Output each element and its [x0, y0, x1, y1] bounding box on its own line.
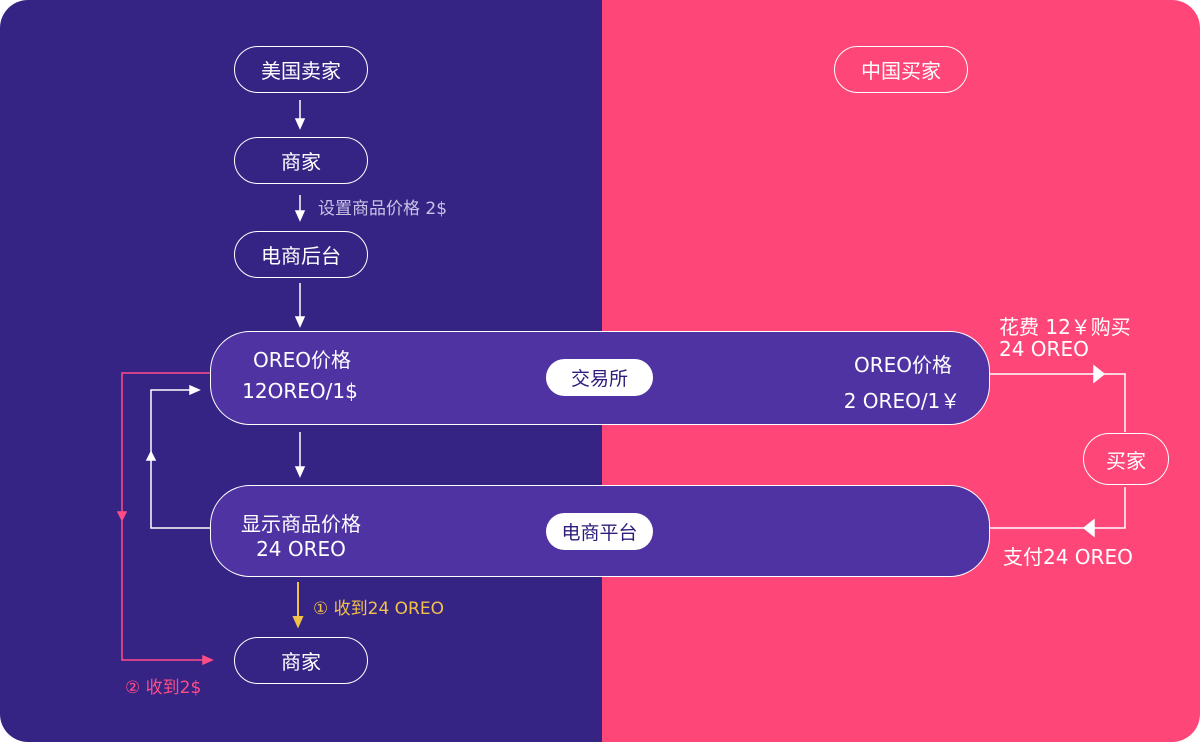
exchange-badge: 交易所 — [546, 359, 653, 396]
arrow-exchange-to-buyer — [990, 373, 1126, 432]
label-set-price: 设置商品价格 2$ — [318, 199, 448, 219]
arrow-platform-to-exchange — [150, 389, 210, 529]
label-pay: 支付24 OREO — [1003, 545, 1133, 569]
platform-badge: 电商平台 — [546, 513, 653, 550]
exchange-left-rate: 12OREO/1$ — [242, 379, 358, 403]
exchange-left-title: OREO价格 — [252, 348, 352, 372]
arrow-exchange-to-merchant-pink — [121, 372, 210, 661]
flow-diagram: 美国卖家 商家 设置商品价格 2$ 电商后台 中国买家 OREO价格 12ORE… — [0, 0, 1200, 742]
exchange-right-title: OREO价格 — [853, 353, 953, 377]
label-spend-amount: 24 OREO — [999, 337, 1089, 361]
node-merchant-bottom: 商家 — [234, 637, 368, 684]
label-receive-oreo: ① 收到24 OREO — [313, 599, 444, 619]
node-us-seller: 美国卖家 — [234, 46, 368, 93]
exchange-right-rate: 2 OREO/1￥ — [843, 389, 961, 413]
label-spend: 花费 12￥购买 — [999, 315, 1131, 339]
platform-left-value: 24 OREO — [256, 537, 346, 561]
node-merchant-top: 商家 — [234, 137, 368, 184]
node-ecommerce-backend: 电商后台 — [234, 231, 368, 278]
label-receive-usd: ② 收到2$ — [125, 678, 202, 698]
arrow-buyer-to-platform — [990, 487, 1126, 529]
node-buyer: 买家 — [1083, 433, 1169, 485]
node-cn-buyer: 中国买家 — [834, 46, 968, 93]
platform-left-title: 显示商品价格 — [241, 512, 361, 536]
